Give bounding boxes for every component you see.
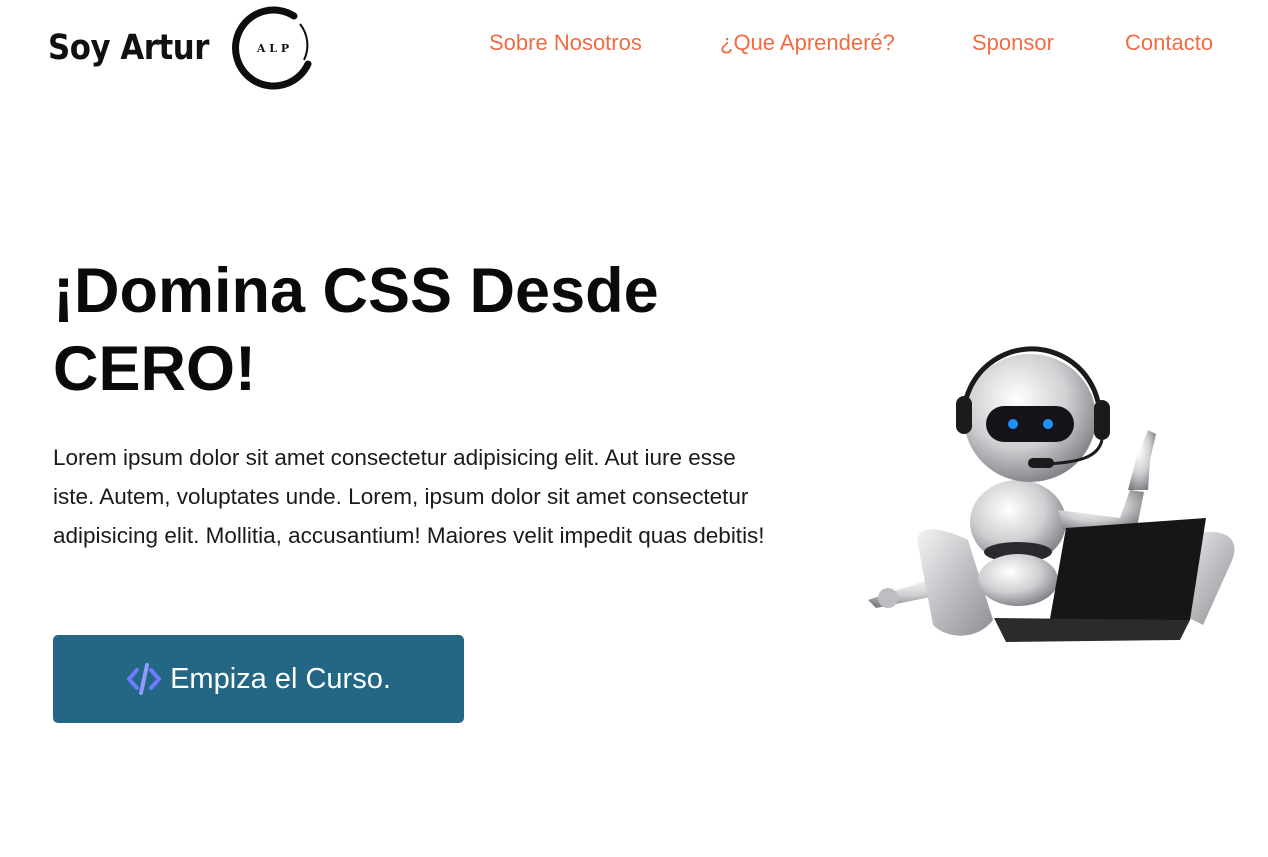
nav-link-contacto[interactable]: Contacto <box>1125 30 1213 56</box>
hero-title-line-1: ¡Domina CSS Desde <box>53 256 659 326</box>
nav-link-sobre-nosotros[interactable]: Sobre Nosotros <box>489 30 642 56</box>
robot-with-laptop-illustration <box>868 346 1235 642</box>
hero-title: ¡Domina CSS Desde CERO! <box>53 252 813 408</box>
code-icon <box>127 663 162 695</box>
site-header: Soy Artur A L P Sobre Nosotros ¿Que Apre… <box>0 0 1268 100</box>
nav-link-sponsor[interactable]: Sponsor <box>972 30 1054 56</box>
hero-title-line-2: CERO! <box>53 334 256 404</box>
main-nav: Sobre Nosotros ¿Que Aprenderé? Sponsor C… <box>0 30 1268 60</box>
start-course-label: Empiza el Curso. <box>170 662 391 695</box>
hero-paragraph: Lorem ipsum dolor sit amet consectetur a… <box>53 445 765 548</box>
nav-link-que-aprendere[interactable]: ¿Que Aprenderé? <box>720 30 895 56</box>
start-course-button[interactable]: Empiza el Curso. <box>53 635 464 723</box>
